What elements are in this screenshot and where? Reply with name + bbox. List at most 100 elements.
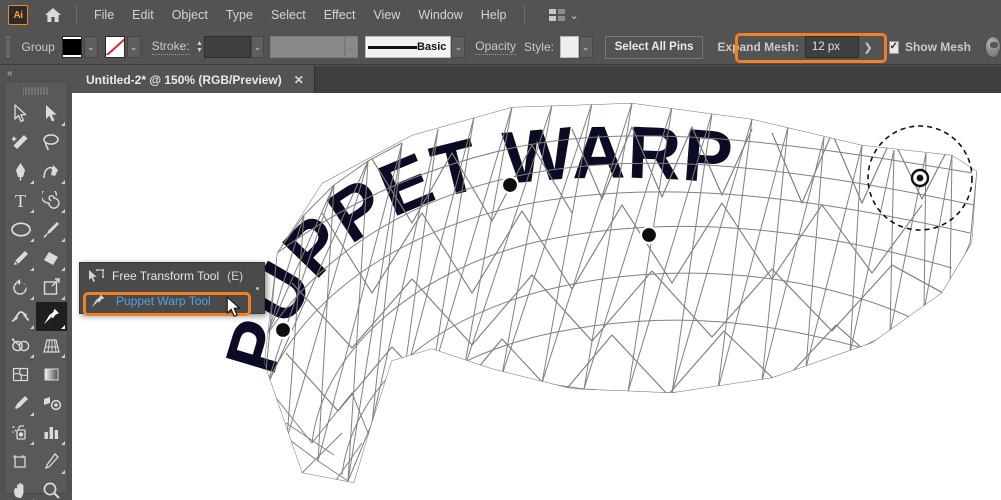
menu-item-view[interactable]: View xyxy=(364,4,409,26)
tool-puppet-warp[interactable] xyxy=(36,302,67,331)
document-setup-globe-icon[interactable] xyxy=(984,36,1001,58)
fill-dropdown-button[interactable]: ⌄ xyxy=(83,36,98,58)
show-mesh-checkbox[interactable]: ✓ xyxy=(888,40,899,54)
tool-type[interactable]: T xyxy=(5,186,36,215)
tool-scale[interactable] xyxy=(36,273,67,302)
tool-ellipse[interactable] xyxy=(5,215,36,244)
pin-icon xyxy=(44,308,59,325)
tool-perspective-grid[interactable] xyxy=(36,331,67,360)
menu-item-help[interactable]: Help xyxy=(472,4,516,26)
tool-pen[interactable] xyxy=(5,157,36,186)
mouse-pointer-icon xyxy=(226,296,243,324)
tool-paintbrush[interactable] xyxy=(36,215,67,244)
collapse-panel-button[interactable]: « xyxy=(0,66,72,81)
flyout-indicator-icon xyxy=(30,441,34,445)
document-tab-title: Untitled-2* @ 150% (RGB/Preview) xyxy=(86,72,282,87)
svg-text:T: T xyxy=(15,191,26,210)
menu-item-file[interactable]: File xyxy=(85,4,123,26)
flyout-indicator-icon xyxy=(61,238,65,242)
app-logo-icon[interactable]: Ai xyxy=(8,5,28,25)
workspace-switcher[interactable]: ⌄ xyxy=(543,6,585,25)
fill-color-swatch[interactable] xyxy=(61,36,82,58)
stroke-color-swatch[interactable] xyxy=(104,36,125,58)
flyout-item-free-transform[interactable]: Free Transform Tool (E) xyxy=(80,263,264,288)
control-bar-grip[interactable] xyxy=(6,36,10,58)
tool-line-segment[interactable] xyxy=(36,186,67,215)
tool-curvature[interactable] xyxy=(36,157,67,186)
pin-marker xyxy=(500,175,520,195)
svg-text:PUPPET WARP: PUPPET WARP xyxy=(209,110,736,381)
stroke-none-chip xyxy=(105,39,124,55)
stroke-weight-dropdown[interactable]: ⌄ xyxy=(250,36,265,58)
tools-panel: « T xyxy=(0,66,72,500)
tool-direct-selection[interactable] xyxy=(36,99,67,128)
chevron-down-icon: ⌄ xyxy=(253,41,262,52)
tool-slice[interactable] xyxy=(36,447,67,476)
tool-selection[interactable] xyxy=(5,99,36,128)
flyout-indicator-icon xyxy=(30,412,34,416)
stroke-profile-dropdown[interactable]: ⌄ xyxy=(451,36,466,58)
show-mesh-label: Show Mesh xyxy=(904,40,971,54)
expand-mesh-arrow-icon[interactable]: ❯ xyxy=(863,41,872,54)
chevron-down-icon: ⌄ xyxy=(129,41,138,52)
tool-column-graph[interactable] xyxy=(36,418,67,447)
tool-eraser[interactable] xyxy=(36,244,67,273)
tool-rotate[interactable] xyxy=(5,273,36,302)
pin-marker xyxy=(273,320,293,340)
menu-item-select[interactable]: Select xyxy=(262,4,315,26)
graphic-style-dropdown[interactable]: ⌄ xyxy=(578,36,593,58)
tool-lasso[interactable] xyxy=(36,128,67,157)
tool-shape-builder[interactable] xyxy=(5,331,36,360)
stroke-dropdown-button[interactable]: ⌄ xyxy=(126,36,141,58)
flyout-tearoff-handle[interactable] xyxy=(253,263,262,313)
tool-zoom[interactable] xyxy=(36,476,67,500)
tools-grid: T xyxy=(5,99,67,500)
stroke-profile-field[interactable]: Basic xyxy=(365,36,452,58)
tool-artboard[interactable] xyxy=(5,447,36,476)
menu-item-type[interactable]: Type xyxy=(217,4,262,26)
flyout-indicator-icon xyxy=(61,354,65,358)
selection-type-label: Group xyxy=(21,40,55,54)
flyout-indicator-icon xyxy=(61,122,65,126)
stepper-down-icon: ▼ xyxy=(196,47,203,54)
menu-item-object[interactable]: Object xyxy=(163,4,217,26)
tool-pencil[interactable] xyxy=(5,244,36,273)
expand-mesh-input[interactable]: 12 px xyxy=(804,36,860,58)
flyout-indicator-icon xyxy=(30,209,34,213)
select-all-pins-button[interactable]: Select All Pins xyxy=(604,35,704,59)
pin-marker-selected xyxy=(867,125,973,231)
illustrator-window: Ai File Edit Object Type Select Effect V… xyxy=(0,0,1001,500)
tool-width[interactable] xyxy=(5,302,36,331)
flyout-shortcut-free-transform: (E) xyxy=(227,268,244,283)
pin-icon xyxy=(88,293,108,309)
home-icon[interactable] xyxy=(38,0,68,30)
flyout-indicator-icon xyxy=(30,325,34,329)
flyout-label-puppet-warp: Puppet Warp Tool xyxy=(116,293,211,308)
tool-magic-wand[interactable] xyxy=(5,128,36,157)
flyout-indicator-icon xyxy=(30,296,34,300)
tools-panel-grip[interactable] xyxy=(23,85,49,97)
tool-symbol-sprayer[interactable] xyxy=(5,418,36,447)
tool-mesh[interactable] xyxy=(5,360,36,389)
tool-eyedropper[interactable] xyxy=(5,389,36,418)
free-transform-icon xyxy=(88,268,104,283)
stroke-weight-stepper[interactable]: ▲ ▼ xyxy=(195,36,205,58)
control-bar: Group ⌄ ⌄ Stroke: ▲ ▼ ⌄ ⌄ Basic ⌄ Opacit… xyxy=(0,30,1001,65)
stroke-label[interactable]: Stroke: xyxy=(151,39,190,55)
menu-item-effect[interactable]: Effect xyxy=(315,4,365,26)
close-icon[interactable]: ✕ xyxy=(294,73,304,87)
menu-item-window[interactable]: Window xyxy=(409,4,471,26)
style-label: Style: xyxy=(523,40,554,54)
menu-item-edit[interactable]: Edit xyxy=(123,4,163,26)
tool-gradient[interactable] xyxy=(36,360,67,389)
stroke-weight-input[interactable] xyxy=(204,36,251,58)
stroke-profile-label: Basic xyxy=(417,41,447,53)
chevron-down-icon: ⌄ xyxy=(87,41,95,52)
stroke-profile-preview-icon xyxy=(368,45,418,49)
tool-blend[interactable] xyxy=(36,389,67,418)
check-icon: ✓ xyxy=(889,41,898,52)
graphic-style-swatch[interactable] xyxy=(559,36,579,58)
document-tab[interactable]: Untitled-2* @ 150% (RGB/Preview) ✕ xyxy=(72,66,315,93)
opacity-label[interactable]: Opacity xyxy=(475,39,516,55)
tool-hand[interactable] xyxy=(5,476,36,500)
